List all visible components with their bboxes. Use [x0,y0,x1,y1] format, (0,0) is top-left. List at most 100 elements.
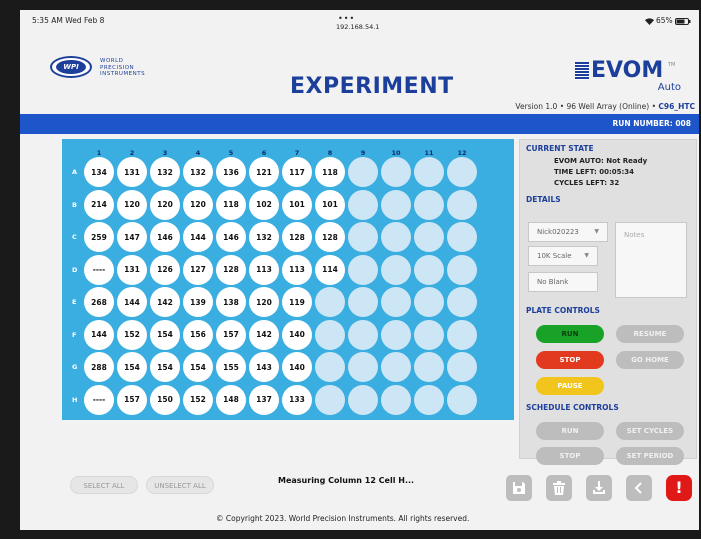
well-measured[interactable]: ---- [84,254,114,285]
well-measured[interactable]: 113 [282,254,312,285]
well-measured[interactable]: 118 [315,157,345,187]
well-empty[interactable] [381,319,411,350]
well-measured[interactable]: 136 [216,157,246,187]
row-header[interactable]: G [72,363,82,371]
well-measured[interactable]: 142 [249,319,279,350]
well-empty[interactable] [447,189,477,220]
scale-select[interactable]: 10K Scale ▼ [528,246,598,266]
schedule-stop-button[interactable]: STOP [536,447,604,465]
well-measured[interactable]: 259 [84,222,114,252]
well-empty[interactable] [381,222,411,252]
well-measured[interactable]: 120 [150,189,180,220]
well-measured[interactable]: 126 [150,254,180,285]
well-measured[interactable]: 154 [117,352,147,382]
select-all-button[interactable]: SELECT ALL [70,476,138,494]
column-header[interactable]: 6 [248,149,280,157]
delete-button[interactable] [546,475,572,501]
well-empty[interactable] [348,157,378,187]
row-header[interactable]: C [72,233,82,241]
well-measured[interactable]: 132 [249,222,279,252]
set-period-button[interactable]: SET PERIOD [616,447,684,465]
well-measured[interactable]: 101 [315,189,345,220]
column-header[interactable]: 4 [182,149,214,157]
well-measured[interactable]: 150 [150,384,180,415]
well-empty[interactable] [447,287,477,317]
well-measured[interactable]: 139 [183,287,213,317]
well-measured[interactable]: 140 [282,319,312,350]
well-measured[interactable]: 152 [183,384,213,415]
well-empty[interactable] [348,384,378,415]
well-empty[interactable] [447,254,477,285]
well-measured[interactable]: 157 [117,384,147,415]
stop-button[interactable]: STOP [536,351,604,369]
well-empty[interactable] [414,319,444,350]
run-button[interactable]: RUN [536,325,604,343]
well-measured[interactable]: 131 [117,157,147,187]
well-measured[interactable]: 101 [282,189,312,220]
well-empty[interactable] [315,287,345,317]
well-measured[interactable]: 133 [282,384,312,415]
well-measured[interactable]: 143 [249,352,279,382]
well-empty[interactable] [381,287,411,317]
row-header[interactable]: B [72,201,82,209]
column-header[interactable]: 7 [281,149,313,157]
well-measured[interactable]: 214 [84,189,114,220]
well-measured[interactable]: 144 [84,319,114,350]
back-button[interactable] [626,475,652,501]
well-empty[interactable] [348,287,378,317]
notes-field[interactable]: Notes [615,222,687,298]
well-empty[interactable] [414,157,444,187]
well-empty[interactable] [414,352,444,382]
user-select[interactable]: Nick020223 ▼ [528,222,608,242]
well-measured[interactable]: 120 [183,189,213,220]
well-empty[interactable] [414,189,444,220]
well-empty[interactable] [348,254,378,285]
column-header[interactable]: 5 [215,149,247,157]
schedule-run-button[interactable]: RUN [536,422,604,440]
well-measured[interactable]: 120 [249,287,279,317]
row-header[interactable]: F [72,331,82,339]
well-measured[interactable]: 156 [183,319,213,350]
well-measured[interactable]: 137 [249,384,279,415]
well-measured[interactable]: 138 [216,287,246,317]
column-header[interactable]: 1 [83,149,115,157]
well-empty[interactable] [348,189,378,220]
well-measured[interactable]: 152 [117,319,147,350]
well-measured[interactable]: 120 [117,189,147,220]
well-measured[interactable]: 144 [183,222,213,252]
resume-button[interactable]: RESUME [616,325,684,343]
well-empty[interactable] [414,287,444,317]
well-measured[interactable]: 154 [150,352,180,382]
pause-button[interactable]: PAUSE [536,377,604,395]
column-header[interactable]: 8 [314,149,346,157]
row-header[interactable]: E [72,298,82,306]
well-measured[interactable]: 154 [150,319,180,350]
well-measured[interactable]: 121 [249,157,279,187]
well-measured[interactable]: 114 [315,254,345,285]
column-header[interactable]: 12 [446,149,478,157]
well-empty[interactable] [414,384,444,415]
column-header[interactable]: 10 [380,149,412,157]
well-measured[interactable]: 113 [249,254,279,285]
well-measured[interactable]: 118 [216,189,246,220]
well-measured[interactable]: 102 [249,189,279,220]
well-measured[interactable]: 146 [216,222,246,252]
well-empty[interactable] [447,352,477,382]
row-header[interactable]: A [72,168,82,176]
well-measured[interactable]: 128 [315,222,345,252]
multitask-dots[interactable]: ••• [338,14,355,23]
well-empty[interactable] [381,352,411,382]
well-measured[interactable]: 117 [282,157,312,187]
well-measured[interactable]: 147 [117,222,147,252]
well-measured[interactable]: 148 [216,384,246,415]
row-header[interactable]: D [72,266,82,274]
well-measured[interactable]: 142 [150,287,180,317]
well-empty[interactable] [348,319,378,350]
well-measured[interactable]: 128 [282,222,312,252]
well-empty[interactable] [447,319,477,350]
well-empty[interactable] [381,254,411,285]
well-measured[interactable]: 146 [150,222,180,252]
column-header[interactable]: 2 [116,149,148,157]
well-measured[interactable]: 268 [84,287,114,317]
well-empty[interactable] [447,384,477,415]
